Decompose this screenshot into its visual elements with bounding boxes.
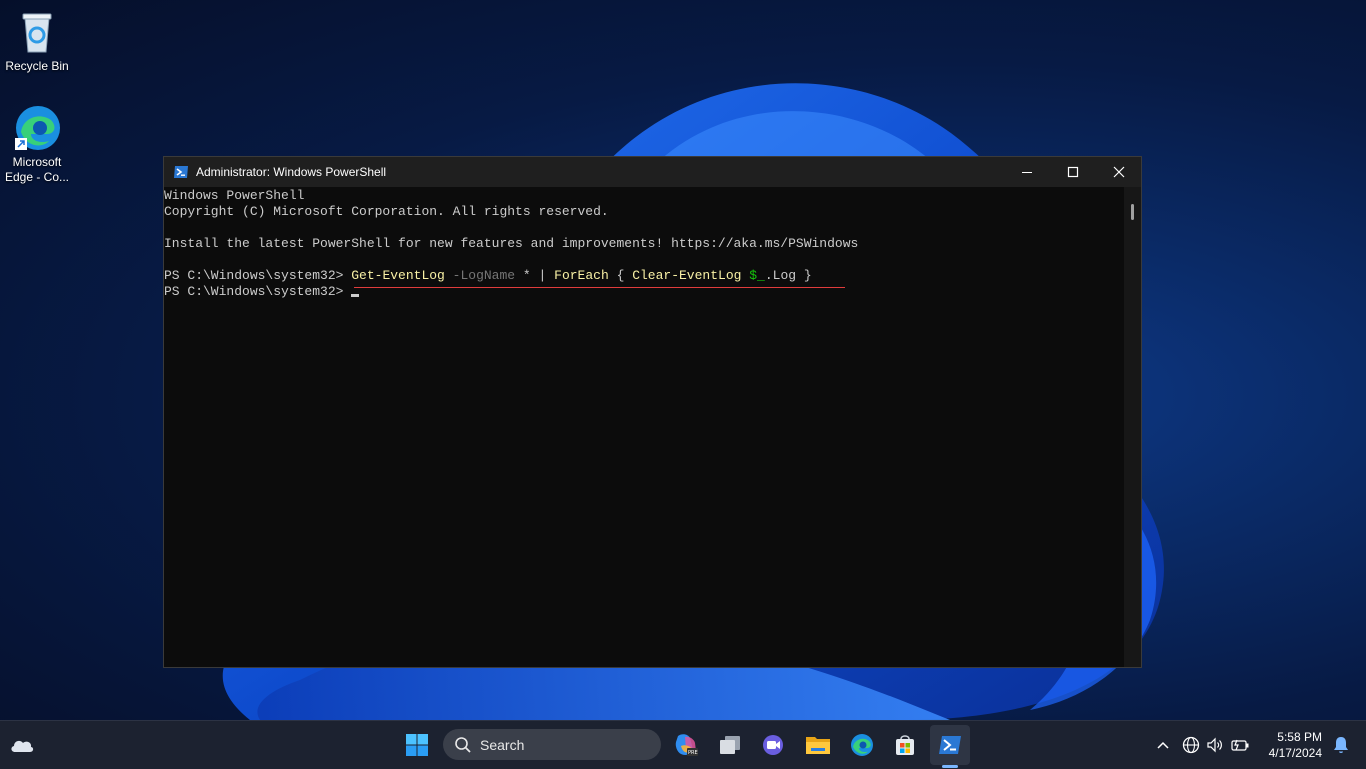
maximize-icon	[1067, 166, 1079, 178]
svg-text:PRE: PRE	[688, 750, 698, 756]
start-button[interactable]	[399, 727, 435, 763]
brace-token: }	[803, 268, 812, 283]
task-view-icon	[720, 736, 740, 754]
notifications-button[interactable]	[1332, 735, 1350, 760]
scrollbar-thumb[interactable]	[1131, 204, 1134, 220]
prompt: PS C:\Windows\system32>	[164, 284, 352, 299]
notification-bell-icon	[1334, 737, 1348, 753]
taskbar: Search PRE 5:58 PM 4/17/2024	[0, 720, 1366, 769]
minimize-button[interactable]	[1004, 157, 1050, 187]
brace-token: {	[616, 268, 625, 283]
network-icon	[1182, 736, 1200, 754]
command-line: PS C:\Windows\system32> Get-EventLog -Lo…	[164, 268, 1124, 284]
taskbar-task-view[interactable]	[712, 727, 748, 763]
console-line: Windows PowerShell	[164, 188, 305, 203]
taskbar-store[interactable]	[887, 727, 923, 763]
close-icon	[1113, 166, 1125, 178]
weather-widget[interactable]	[4, 727, 40, 763]
powershell-icon	[173, 164, 189, 180]
window-title: Administrator: Windows PowerShell	[196, 165, 387, 179]
taskbar-powershell[interactable]	[932, 727, 968, 763]
desktop-icon-edge[interactable]: Microsoft Edge - Co...	[1, 104, 73, 185]
edge-shortcut-icon	[13, 104, 61, 152]
volume-icon	[1207, 737, 1222, 753]
desktop-icon-label: Microsoft Edge - Co...	[4, 155, 70, 184]
start-icon	[406, 734, 428, 756]
console-line: Copyright (C) Microsoft Corporation. All…	[164, 204, 609, 219]
argument-token: *	[522, 268, 531, 283]
taskbar-edge[interactable]	[844, 727, 880, 763]
search-label: Search	[480, 736, 525, 753]
member-token: .Log	[764, 268, 797, 283]
maximize-button[interactable]	[1050, 157, 1096, 187]
minimize-icon	[1022, 172, 1032, 173]
console-output[interactable]: Windows PowerShell Copyright (C) Microso…	[164, 187, 1124, 668]
command-token: Get-EventLog	[351, 268, 445, 283]
quick-settings-button[interactable]	[1182, 736, 1250, 754]
taskbar-meet[interactable]	[755, 727, 791, 763]
battery-icon	[1231, 739, 1249, 751]
desktop-icon-label: Recycle Bin	[5, 59, 69, 73]
store-icon	[896, 735, 914, 755]
prompt: PS C:\Windows\system32>	[164, 268, 352, 283]
command-highlight-underline	[354, 287, 845, 288]
powershell-icon	[939, 736, 961, 754]
command-token: Clear-EventLog	[632, 268, 742, 283]
window-titlebar[interactable]: Administrator: Windows PowerShell	[164, 157, 1141, 187]
meet-icon	[763, 735, 783, 755]
system-tray	[1150, 721, 1250, 769]
taskbar-copilot[interactable]: PRE	[668, 727, 704, 763]
copilot-icon: PRE	[675, 734, 698, 756]
parameter-token: -LogName	[452, 268, 516, 283]
text-cursor	[351, 294, 360, 297]
chevron-up-icon	[1157, 741, 1169, 749]
powershell-window[interactable]: Administrator: Windows PowerShell Window…	[163, 156, 1142, 668]
variable-token: $_	[749, 268, 765, 283]
command-token: ForEach	[554, 268, 609, 283]
taskbar-clock[interactable]: 5:58 PM 4/17/2024	[1269, 729, 1322, 761]
taskbar-search[interactable]: Search	[443, 729, 661, 760]
clock-time: 5:58 PM	[1277, 730, 1322, 744]
file-explorer-icon	[806, 737, 830, 754]
pipe-token: |	[538, 268, 547, 283]
taskbar-file-explorer[interactable]	[800, 727, 836, 763]
show-hidden-icons-button[interactable]	[1150, 741, 1176, 749]
desktop-icon-recycle-bin[interactable]: Recycle Bin	[1, 8, 73, 74]
vertical-scrollbar[interactable]	[1124, 187, 1141, 667]
recycle-bin-icon	[13, 8, 61, 56]
edge-icon	[851, 734, 873, 756]
console-line: Install the latest PowerShell for new fe…	[164, 236, 859, 251]
close-button[interactable]	[1096, 157, 1142, 187]
search-icon	[455, 736, 471, 753]
weather-cloud-icon	[11, 740, 34, 752]
clock-date: 4/17/2024	[1268, 746, 1322, 760]
